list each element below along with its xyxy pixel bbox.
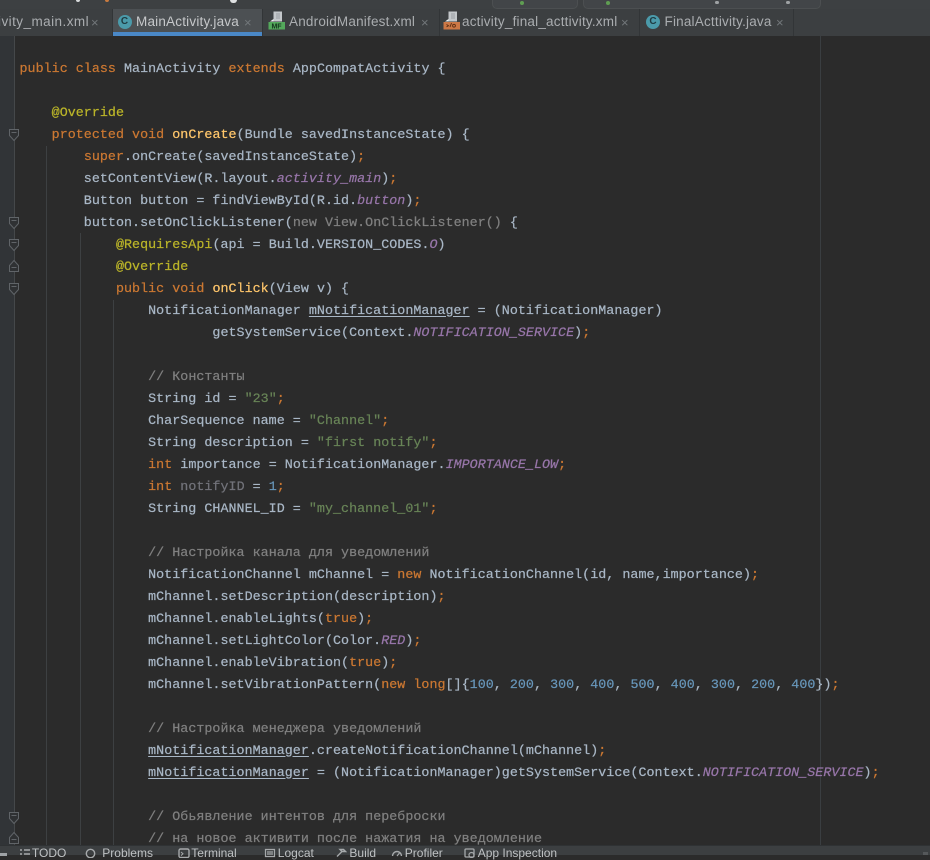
svg-text:MF: MF	[271, 23, 282, 30]
